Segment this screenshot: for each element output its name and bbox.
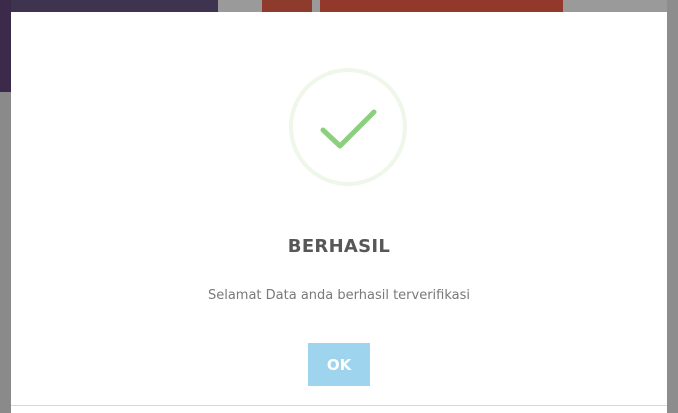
background-page-header-accent-small: [262, 0, 312, 12]
background-page-header-accent-large: [320, 0, 563, 12]
background-page-overlay-top: [218, 0, 262, 12]
dialog-message: Selamat Data anda berhasil terverifikasi: [207, 288, 471, 303]
background-page-overlay-top: [312, 0, 320, 12]
dialog-title: BERHASIL: [287, 236, 391, 257]
success-check-icon: [289, 68, 407, 186]
background-page-header-dark: [11, 0, 218, 12]
background-page-overlay-left: [0, 92, 11, 413]
check-icon: [320, 109, 377, 149]
background-page-overlay-right: [667, 0, 678, 413]
ok-button[interactable]: OK: [308, 343, 370, 386]
background-page-overlay-top: [563, 0, 667, 12]
background-page-sidebar: [0, 0, 11, 92]
success-dialog: BERHASIL Selamat Data anda berhasil terv…: [11, 12, 667, 406]
